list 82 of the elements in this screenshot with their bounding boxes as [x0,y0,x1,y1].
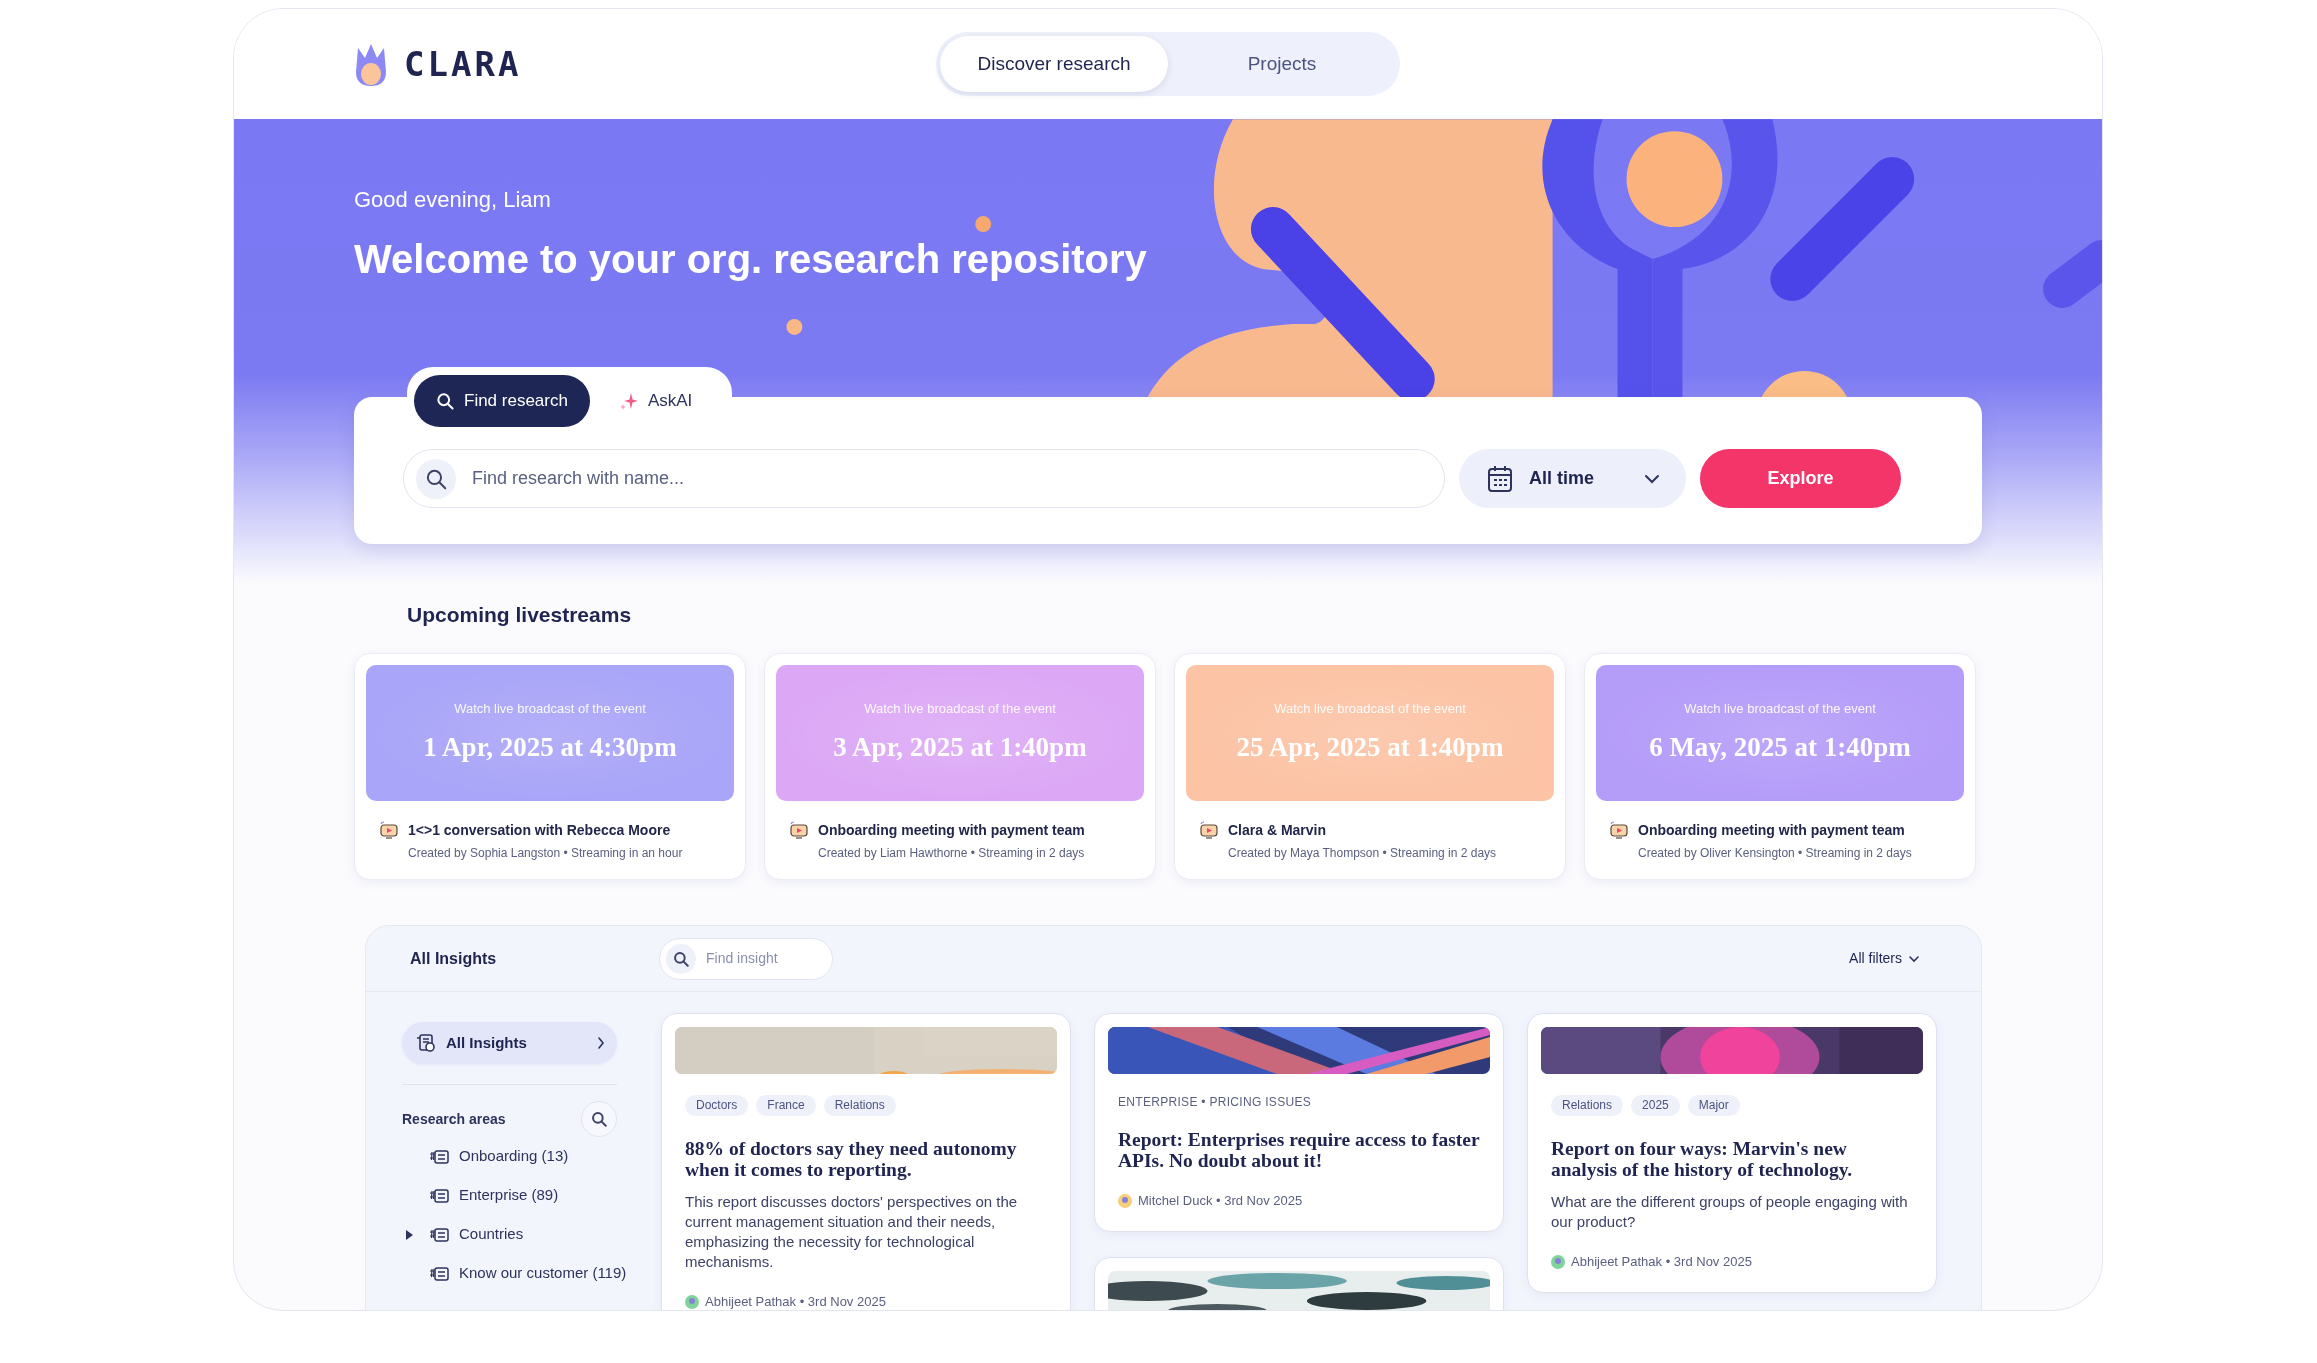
logo-text: CLARA [404,42,522,86]
search-icon [673,950,689,967]
caret-right-icon [406,1229,413,1240]
research-area-item[interactable]: Know our customer (119) [402,1254,638,1293]
event-meta: Created by Sophia Langston • Streaming in an hour [408,845,684,861]
tag-list-icon [429,1187,449,1204]
tv-icon [789,821,809,839]
research-area-item[interactable]: Enterprise (89) [402,1176,638,1215]
insight-summary: What are the different groups of people engaging with our product? [1551,1192,1909,1232]
section-heading: Research areas [402,1109,506,1129]
tag-list-icon [429,1226,449,1243]
chevron-right-icon [597,1037,605,1049]
panel-title: All Insights [410,948,498,969]
event-title: 1<>1 conversation with Rebecca Moore [408,822,671,838]
tag[interactable]: France [756,1095,816,1116]
banner-caption: Watch live broadcast of the event [864,700,1056,718]
insight-title: Report on four ways: Marvin's new analysis of the history of technology. [1551,1138,1854,1180]
document-icon [416,1033,436,1053]
hero-title: Welcome to your org. research repository [354,236,1148,283]
search-tab[interactable]: AskAI [597,375,715,427]
event-date: 1 Apr, 2025 at 4:30pm [423,730,677,764]
search-icon [436,391,454,410]
tag-list-icon [429,1265,449,1282]
tv-icon [1199,821,1219,839]
flame-logo-icon [354,42,388,86]
filters-dropdown[interactable]: All filters [1843,947,1926,970]
avatar-icon [685,1294,699,1309]
tag[interactable]: Major [1687,1095,1740,1116]
banner-caption: Watch live broadcast of the event [1684,700,1876,718]
tag[interactable]: 2025 [1631,1095,1680,1116]
event-meta: Created by Maya Thompson • Streaming in 2 days [1228,845,1498,861]
event-meta: Created by Oliver Kensington • Streaming in 2 days [1638,845,1913,861]
livestream-card[interactable]: Watch live broadcast of the event 25 Apr, 2025 at 1:40pm Clara & Marvin Created by Maya Thompson • Streaming in 2 days [1174,653,1566,880]
event-title: Clara & Marvin [1228,822,1327,838]
author-date: Mitchel Duck • 3rd Nov 2025 [1138,1192,1303,1210]
calendar-icon [1487,464,1513,493]
explore-button[interactable]: Explore [1700,449,1901,508]
date-dropdown[interactable]: All time [1459,449,1686,508]
section-title: Upcoming livestreams [407,602,633,628]
research-area-item[interactable]: Countries [402,1215,638,1254]
greeting-text: Good evening, Liam [354,187,552,213]
livestream-card[interactable]: Watch live broadcast of the event 3 Apr, 2025 at 1:40pm Onboarding meeting with payment team Created by Liam Hawthorne • Streaming in 2 days [764,653,1156,880]
category-label: ENTERPRISE • PRICING ISSUES [1118,1094,1312,1111]
banner-caption: Watch live broadcast of the event [454,700,646,718]
event-date: 3 Apr, 2025 at 1:40pm [833,730,1087,764]
avatar-icon [1551,1254,1565,1269]
livestream-card[interactable]: Watch live broadcast of the event 1 Apr, 2025 at 4:30pm 1<>1 conversation with Rebecca Moore Created by Sophia Langston • Streaming in an hour [354,653,746,880]
event-date: 25 Apr, 2025 at 1:40pm [1236,730,1504,764]
tv-icon [1609,821,1629,839]
tv-icon [379,821,399,839]
insight-search-field[interactable]: Find insight [704,947,814,970]
event-title: Onboarding meeting with payment team [1638,822,1905,838]
nav-tab[interactable]: Discover research [940,35,1168,93]
event-meta: Created by Liam Hawthorne • Streaming in 2 days [818,845,1086,861]
insight-card[interactable]: ENTERPRISE • PRICING ISSUES Report: Enterprises require access to faster APIs. No doubt about it! Mitchel Duck • 3rd Nov 2025 [1094,1013,1504,1232]
chevron-down-icon [1644,473,1660,484]
insight-card[interactable] [661,1013,1071,1310]
insight-summary: This report discusses doctors' perspectives on the current management situation and their needs, emphasizing the necessity for technological mechanisms. [685,1192,1019,1272]
search-icon [591,1111,607,1127]
search-field[interactable]: Find research with name... [470,464,1432,493]
research-area-item[interactable]: Onboarding (13) [402,1137,638,1176]
event-date: 6 May, 2025 at 1:40pm [1649,730,1911,764]
nav-tab[interactable]: Projects [1168,35,1396,93]
insight-title: 88% of doctors say they need autonomy when it comes to reporting. [685,1138,1018,1180]
livestream-card[interactable]: Watch live broadcast of the event 6 May, 2025 at 1:40pm Onboarding meeting with payment team Created by Oliver Kensington • Streaming in 2 days [1584,653,1976,880]
author-date: Abhijeet Pathak • 3rd Nov 2025 [705,1293,886,1310]
sidebar-item[interactable]: All Insights [402,1022,617,1064]
search-icon [425,467,447,490]
event-title: Onboarding meeting with payment team [818,822,1085,838]
tag[interactable]: Relations [823,1095,896,1116]
insight-title: Report: Enterprises require access to faster APIs. No doubt about it! [1118,1129,1480,1171]
chevron-down-icon [1908,954,1920,963]
tag[interactable]: Doctors [685,1095,749,1116]
avatar-icon [1118,1193,1132,1208]
search-tab[interactable]: Find research [414,375,590,427]
banner-caption: Watch live broadcast of the event [1274,700,1466,718]
author-date: Abhijeet Pathak • 3rd Nov 2025 [1571,1253,1752,1271]
tag-list-icon [429,1148,449,1165]
insight-search-bar[interactable]: Find insight [659,937,833,980]
search-button[interactable] [581,1101,617,1137]
tag[interactable]: Relations [1551,1095,1624,1116]
insight-card[interactable]: Relations 2025 Major Report on four ways: Marvin's new analysis of the history of technology. What are the different groups of people engaging with our product? Abhijeet Pathak • 3rd Nov 2025 [1527,1013,1937,1293]
